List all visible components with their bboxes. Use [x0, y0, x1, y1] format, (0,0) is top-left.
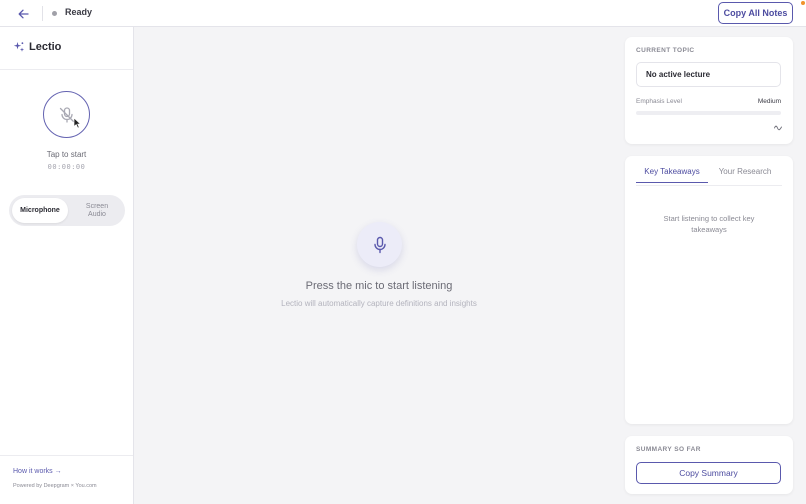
record-button[interactable] — [43, 91, 90, 138]
top-bar: Ready Copy All Notes — [0, 0, 806, 27]
status-text: Ready — [65, 7, 93, 17]
audio-source-toggle: Microphone Screen Audio — [9, 195, 125, 226]
footer-divider — [0, 455, 133, 456]
summary-label: SUMMARY SO FAR — [636, 446, 701, 453]
cursor-icon — [73, 117, 82, 129]
tab-key-takeaways[interactable]: Key Takeaways — [636, 167, 708, 183]
current-topic-panel: CURRENT TOPIC No active lecture Emphasis… — [625, 37, 793, 144]
empty-state-title: Press the mic to start listening — [305, 280, 453, 292]
source-microphone[interactable]: Microphone — [12, 198, 68, 223]
current-topic-label: CURRENT TOPIC — [636, 47, 695, 54]
takeaways-panel: Key Takeaways Your Research Start listen… — [625, 156, 793, 424]
emphasis-level-label: Emphasis Level — [636, 98, 682, 105]
sidebar: Lectio Tap to start 00:00:00 Microphone … — [0, 27, 134, 504]
status-dot — [52, 11, 57, 16]
copy-summary-button[interactable]: Copy Summary — [636, 462, 781, 484]
emphasis-level-bar — [636, 111, 781, 115]
notification-dot — [801, 1, 805, 5]
empty-state-subtitle: Lectio will automatically capture defini… — [281, 299, 477, 308]
recording-timer: 00:00:00 — [47, 163, 86, 171]
source-screen-audio[interactable]: Screen Audio — [71, 198, 123, 223]
how-it-works-link[interactable]: How it works → — [13, 468, 62, 475]
source-screen-audio-label: Screen Audio — [85, 202, 109, 218]
main-mic-button[interactable] — [357, 222, 402, 267]
sparkle-icon — [13, 42, 25, 52]
emphasis-level-value: Medium — [757, 98, 781, 105]
tab-divider — [636, 185, 782, 186]
tap-to-start-label: Tap to start — [46, 150, 87, 159]
mic-icon — [373, 236, 386, 253]
brand: Lectio — [13, 41, 61, 53]
copy-all-notes-button[interactable]: Copy All Notes — [718, 2, 793, 24]
tab-your-research[interactable]: Your Research — [713, 167, 777, 182]
takeaways-empty-message: Start listening to collect key takeaways — [663, 214, 755, 234]
topbar-divider — [42, 6, 43, 21]
brand-divider — [0, 69, 133, 70]
waveform-icon[interactable] — [774, 125, 782, 131]
brand-name: Lectio — [29, 41, 62, 53]
powered-by-text: Powered by Deepgram × You.com — [13, 483, 97, 489]
current-topic-value: No active lecture — [636, 62, 781, 87]
summary-panel: SUMMARY SO FAR Copy Summary — [625, 436, 793, 494]
arrow-left-icon — [18, 9, 29, 18]
back-button[interactable] — [14, 5, 32, 22]
